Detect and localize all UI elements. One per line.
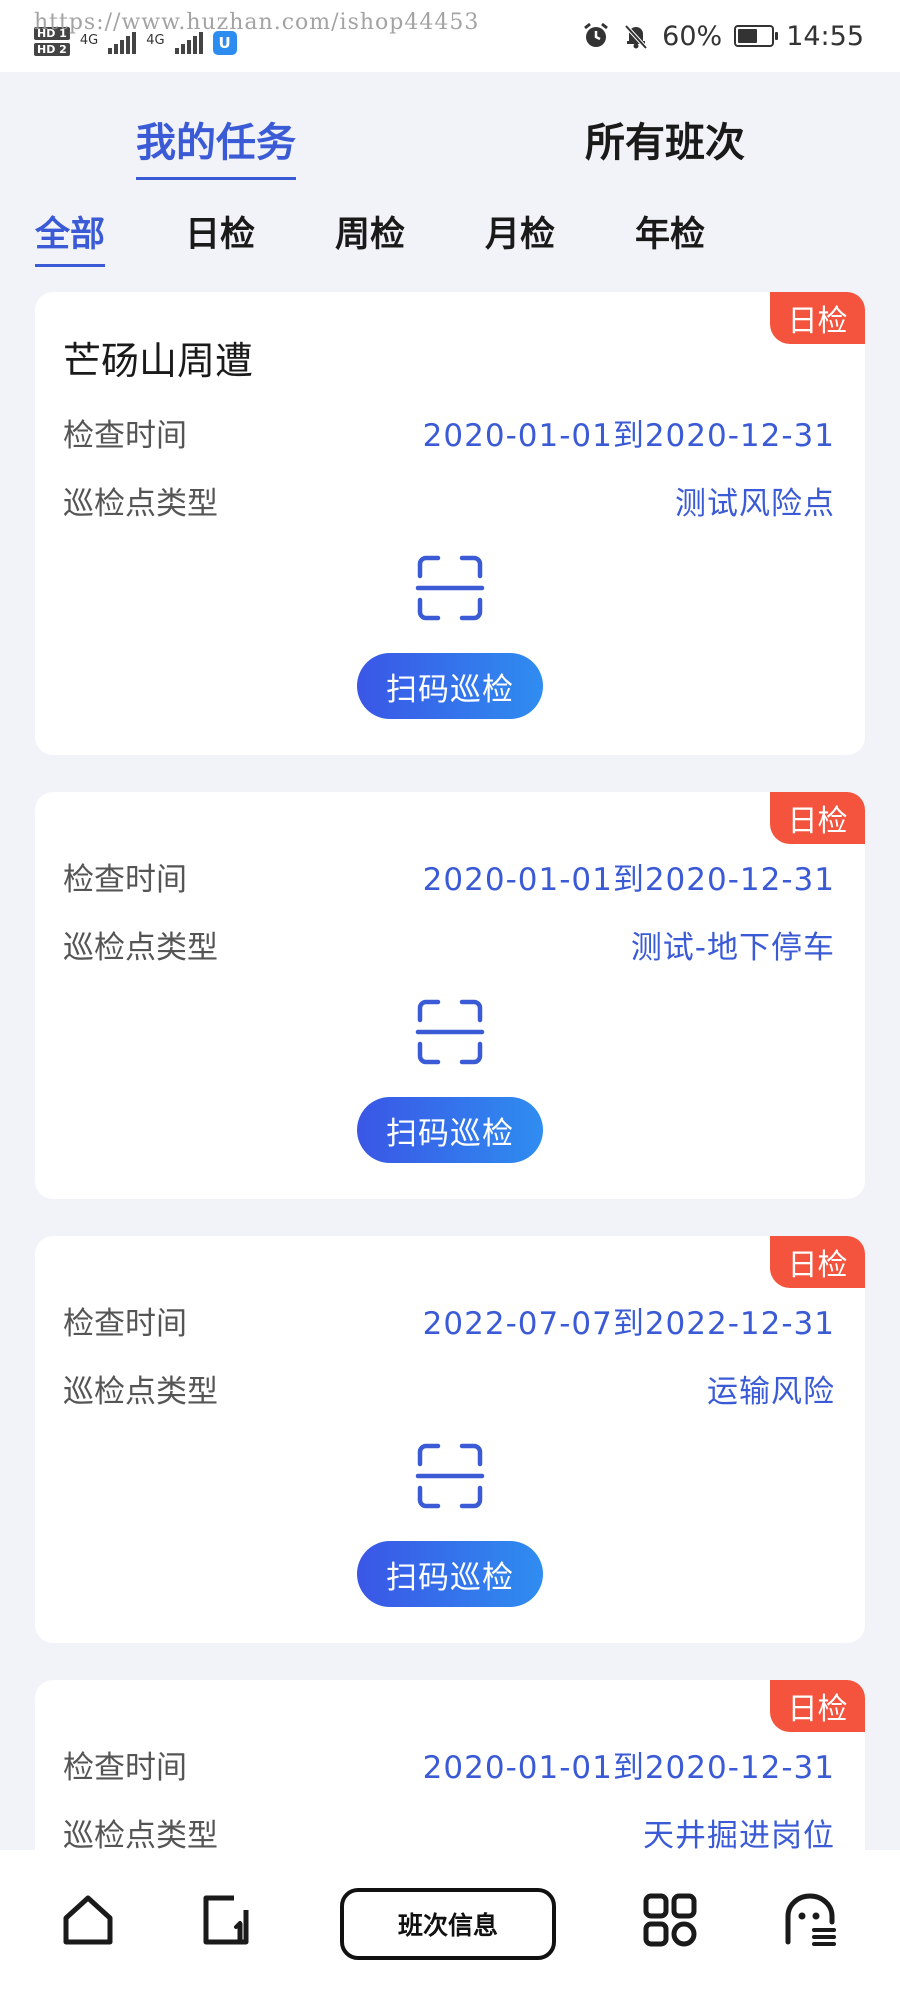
battery-icon <box>734 25 779 47</box>
type-row: 巡检点类型 天井掘进岗位 <box>63 1810 835 1854</box>
type-label: 巡检点类型 <box>63 929 218 966</box>
time-row: 检查时间 2022-07-07到2022-12-31 <box>63 1298 835 1342</box>
tab-my-tasks[interactable]: 我的任务 <box>136 110 296 180</box>
time-row: 检查时间 2020-01-01到2020-12-31 <box>63 410 835 454</box>
time-value: 2020-01-01到2020-12-31 <box>422 1749 835 1786</box>
scan-icon <box>415 555 485 621</box>
time-value: 2020-01-01到2020-12-31 <box>422 861 835 898</box>
type-row: 巡检点类型 测试风险点 <box>63 478 835 522</box>
signal-icon <box>108 32 137 54</box>
task-title: 芒砀山周遭 <box>63 339 254 383</box>
bottom-nav: 班次信息 <box>0 1850 900 2000</box>
scan-inspect-button[interactable]: 扫码巡检 <box>357 1097 543 1163</box>
task-type-badge: 日检 <box>770 1236 865 1288</box>
time-label: 检查时间 <box>63 861 187 898</box>
task-type-badge: 日检 <box>770 292 865 344</box>
time-value: 2022-07-07到2022-12-31 <box>422 1305 835 1342</box>
clock: 14:55 <box>786 20 864 52</box>
type-value: 测试-地下停车 <box>630 929 835 966</box>
tab-all-shifts[interactable]: 所有班次 <box>585 110 745 168</box>
bell-muted-icon <box>624 24 648 50</box>
battery-percent: 60% <box>662 20 723 52</box>
shift-info-button[interactable]: 班次信息 <box>340 1888 556 1960</box>
scan-inspect-button[interactable]: 扫码巡检 <box>357 1541 543 1607</box>
top-tabs: 我的任务 所有班次 <box>0 100 900 180</box>
type-label: 巡检点类型 <box>63 485 218 522</box>
alarm-icon <box>584 22 609 47</box>
task-card[interactable]: 日检 芒砀山周遭 检查时间 2020-01-01到2020-12-31 巡检点类… <box>35 292 865 755</box>
time-row: 检查时间 2020-01-01到2020-12-31 <box>63 1742 835 1786</box>
filter-all[interactable]: 全部 <box>35 206 106 267</box>
task-type-badge: 日检 <box>770 1680 865 1732</box>
type-row: 巡检点类型 测试-地下停车 <box>63 922 835 966</box>
task-card[interactable]: 日检 检查时间 2022-07-07到2022-12-31 巡检点类型 运输风险… <box>35 1236 865 1643</box>
task-card[interactable]: 日检 检查时间 2020-01-01到2020-12-31 巡检点类型 测试-地… <box>35 792 865 1199</box>
signal-icon-2 <box>174 32 203 54</box>
apps-grid-icon[interactable] <box>640 1890 700 1950</box>
task-type-badge: 日检 <box>770 792 865 844</box>
type-label: 巡检点类型 <box>63 1817 218 1854</box>
filter-weekly[interactable]: 周检 <box>335 206 405 257</box>
task-list-icon[interactable] <box>196 1890 256 1950</box>
status-right: 60% 14:55 <box>582 21 864 52</box>
filter-monthly[interactable]: 月检 <box>485 206 555 257</box>
type-label: 巡检点类型 <box>63 1373 218 1410</box>
filter-yearly[interactable]: 年检 <box>635 206 705 257</box>
filter-daily[interactable]: 日检 <box>185 206 255 257</box>
scan-icon <box>415 1443 485 1509</box>
profile-icon[interactable] <box>780 1890 840 1950</box>
type-value: 测试风险点 <box>675 485 835 522</box>
hd2-badge: HD 2 <box>34 42 70 56</box>
type-row: 巡检点类型 运输风险 <box>63 1366 835 1410</box>
scan-icon <box>415 999 485 1065</box>
watermark: https://www.huzhan.com/ishop44453 <box>34 10 480 35</box>
time-row: 检查时间 2020-01-01到2020-12-31 <box>63 854 835 898</box>
time-value: 2020-01-01到2020-12-31 <box>422 417 835 454</box>
status-bar: https://www.huzhan.com/ishop44453 HD 1 H… <box>0 0 900 72</box>
filter-tabs: 全部 日检 周检 月检 年检 <box>0 200 900 267</box>
time-label: 检查时间 <box>63 1305 187 1342</box>
type-value: 运输风险 <box>707 1373 835 1410</box>
time-label: 检查时间 <box>63 417 187 454</box>
scan-inspect-button[interactable]: 扫码巡检 <box>357 653 543 719</box>
time-label: 检查时间 <box>63 1749 187 1786</box>
home-icon[interactable] <box>58 1890 118 1950</box>
type-value: 天井掘进岗位 <box>643 1817 835 1854</box>
